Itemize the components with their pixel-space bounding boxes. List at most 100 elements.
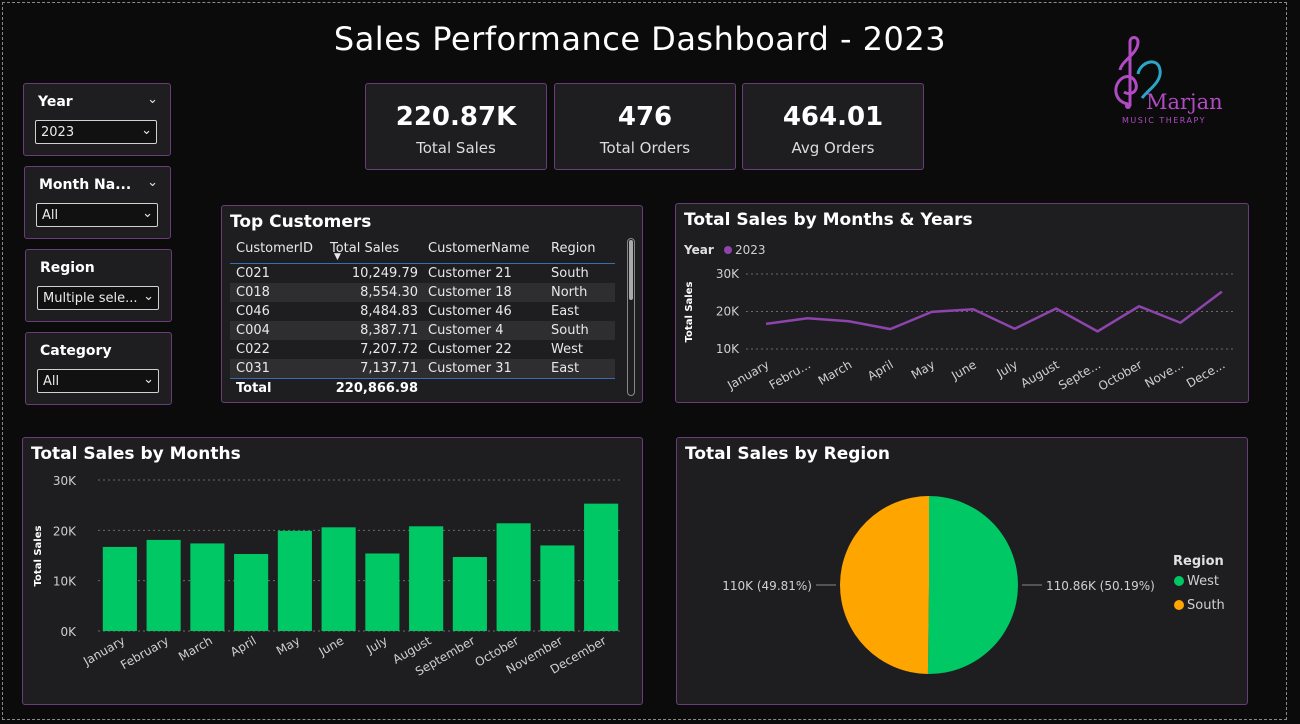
legend-title: Region <box>1173 554 1224 569</box>
table-row[interactable]: C022 7,207.72 Customer 22 West <box>230 340 615 359</box>
x-tick-label: March <box>816 357 855 387</box>
x-tick-label: January <box>724 357 771 392</box>
table-cell: Customer 46 <box>428 304 512 319</box>
legend-title: Year <box>683 243 714 257</box>
chevron-down-icon: ⌄ <box>142 206 153 221</box>
data-label: 110.86K (50.19%) <box>1046 579 1155 593</box>
category-dropdown[interactable]: All ⌄ <box>37 369 159 393</box>
x-tick-label: April <box>228 633 259 659</box>
x-tick-label: October <box>1096 357 1145 393</box>
col-header[interactable]: CustomerName <box>428 241 530 256</box>
kpi-total-sales: 220.87K Total Sales <box>365 83 547 170</box>
table-cell: C021 <box>236 266 270 281</box>
x-tick-label: Septe... <box>1056 357 1103 392</box>
kpi-avg-orders: 464.01 Avg Orders <box>742 83 924 170</box>
month-dropdown[interactable]: All ⌄ <box>36 203 158 227</box>
bar <box>190 543 225 631</box>
col-header[interactable]: Region <box>551 241 596 256</box>
y-tick-label: 10K <box>53 575 77 589</box>
slicer-year[interactable]: Year ⌄ 2023 ⌄ <box>23 83 171 156</box>
legend-marker <box>1174 600 1184 610</box>
x-tick-label: July <box>994 357 1021 380</box>
table-cell: C018 <box>236 285 270 300</box>
slicer-region[interactable]: Region Multiple sele... ⌄ <box>25 249 172 322</box>
y-tick-label: 10K <box>716 342 740 356</box>
dropdown-value: 2023 <box>41 125 75 140</box>
pie-slice <box>927 496 1019 674</box>
legend-marker <box>724 246 732 254</box>
bar <box>540 545 575 631</box>
table-title: Top Customers <box>230 212 372 232</box>
pie-chart: 110.86K (50.19%) 110K (49.81%) Region West S… <box>722 496 1225 674</box>
table-cell: Customer 21 <box>428 266 512 281</box>
x-tick-label: March <box>176 633 215 663</box>
table-scrollbar[interactable] <box>627 238 635 396</box>
x-tick-label: Nove... <box>1142 357 1186 390</box>
kpi-value: 476 <box>617 102 673 132</box>
x-tick-label: August <box>1018 357 1062 390</box>
bar <box>234 553 269 631</box>
chevron-down-icon[interactable]: ⌄ <box>147 175 158 190</box>
chevron-down-icon: ⌄ <box>141 123 152 138</box>
total-label: Total <box>236 381 272 396</box>
legend-entry: West <box>1187 574 1219 589</box>
legend-entry: 2023 <box>735 243 766 257</box>
table-row[interactable]: C004 8,387.71 Customer 4 South <box>230 321 615 340</box>
x-tick-label: February <box>118 633 171 672</box>
kpi-value: 464.01 <box>782 102 884 132</box>
bar <box>102 546 137 631</box>
pie-slice <box>840 496 929 674</box>
page-title: Sales Performance Dashboard - 2023 <box>333 20 947 58</box>
y-axis-label: Total Sales <box>33 526 44 587</box>
line-chart-card: Total Sales by Months & Years Year 2023 10… <box>675 203 1249 403</box>
y-tick-label: 20K <box>716 305 740 319</box>
table-cell: C046 <box>236 304 270 319</box>
legend-marker <box>1174 576 1184 586</box>
slicer-title: Year <box>38 94 73 110</box>
table-cell: West <box>551 342 583 357</box>
slicer-month-name[interactable]: Month Na... ⌄ All ⌄ <box>24 166 171 239</box>
x-tick-label: April <box>865 357 896 383</box>
table-cell: 8,554.30 <box>360 285 418 300</box>
scrollbar-thumb[interactable] <box>629 240 633 300</box>
x-tick-label: May <box>909 357 937 382</box>
bar-chart-card: Total Sales by Months 0K 10K 20K 30K Total S… <box>22 437 643 705</box>
y-tick-label: 20K <box>53 524 77 538</box>
region-dropdown[interactable]: Multiple sele... ⌄ <box>37 286 159 310</box>
bar <box>496 523 531 631</box>
slicer-title: Region <box>40 260 95 276</box>
slicer-category[interactable]: Category All ⌄ <box>25 332 172 405</box>
x-tick-label: July <box>363 633 390 656</box>
bar <box>452 557 487 631</box>
table-cell: C031 <box>236 361 270 376</box>
y-tick-label: 30K <box>716 267 740 281</box>
table-row[interactable]: C018 8,554.30 Customer 18 North <box>230 283 615 302</box>
x-tick-label: May <box>274 633 302 658</box>
table-cell: 8,484.83 <box>360 304 418 319</box>
table-row[interactable]: C046 8,484.83 Customer 46 East <box>230 302 615 321</box>
col-header[interactable]: CustomerID <box>236 241 313 256</box>
legend-entry: South <box>1187 598 1225 613</box>
table-cell: 7,207.72 <box>360 342 418 357</box>
bar-chart: 0K10K20K30KTotal SalesJanuaryFebruary Mar… <box>33 474 623 679</box>
bar <box>409 526 444 631</box>
x-tick-label: June <box>316 633 347 659</box>
table-cell: C004 <box>236 323 270 338</box>
x-tick-label: Febru... <box>767 357 813 392</box>
x-tick-label: Dece... <box>1184 357 1227 390</box>
bar <box>277 530 312 631</box>
table-row[interactable]: C031 7,137.71 Customer 31 East <box>230 359 615 378</box>
sort-desc-icon[interactable]: ▼ <box>334 252 341 262</box>
table-cell: 10,249.79 <box>351 266 418 281</box>
kpi-label: Avg Orders <box>791 139 875 157</box>
series-line <box>765 290 1223 333</box>
table-cell: Customer 4 <box>428 323 504 338</box>
table-cell: South <box>551 323 589 338</box>
bar <box>321 527 356 631</box>
table-cell: Customer 22 <box>428 342 512 357</box>
chevron-down-icon: ⌄ <box>143 289 154 304</box>
bar <box>146 539 181 631</box>
year-dropdown[interactable]: 2023 ⌄ <box>35 120 157 144</box>
table-row[interactable]: C021 10,249.79 Customer 21 South <box>230 264 615 283</box>
chevron-down-icon[interactable]: ⌄ <box>147 92 158 107</box>
